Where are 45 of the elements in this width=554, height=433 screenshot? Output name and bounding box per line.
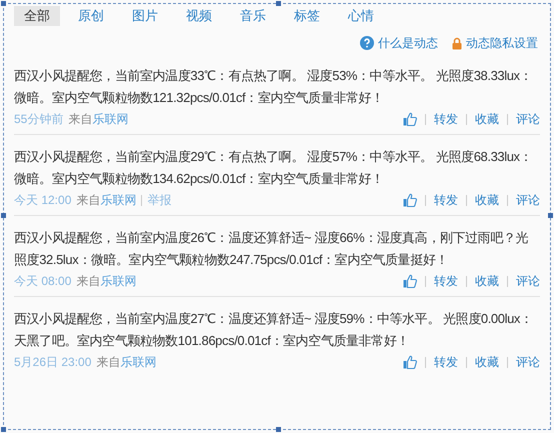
- post-text: 西汉小风提醒您，当前室内温度27℃：温度还算舒适~ 湿度59%：中等水平。 光照度0.00lux：天黑了吧。室内空气颗粒物数101.86pcs/0.01cf：室内空气质量非常好！: [14, 310, 534, 350]
- thumbs-up-icon[interactable]: [403, 193, 417, 207]
- source-label: 来自: [76, 192, 100, 209]
- filter-tab[interactable]: 标签: [284, 6, 330, 26]
- post-text: 西汉小风提醒您，当前室内温度26℃：温度还算舒适~ 湿度66%：湿度真高，刚下过雨吧？光照度32.5lux：微暗。室内空气颗粒物数247.75pcs/0.01cf：室内空气质量挺好！: [14, 229, 530, 269]
- thumbs-up-icon[interactable]: [403, 112, 417, 126]
- filter-tab[interactable]: 心情: [338, 6, 384, 26]
- action-link[interactable]: 转发: [434, 353, 458, 371]
- action-link[interactable]: 评论: [516, 353, 540, 371]
- action-link[interactable]: 收藏: [475, 272, 499, 290]
- selection-handle[interactable]: [548, 213, 553, 218]
- filter-tab[interactable]: 视频: [176, 6, 222, 26]
- filter-tab[interactable]: 图片: [122, 6, 168, 26]
- header-link[interactable]: 动态隐私设置: [452, 34, 538, 52]
- header-link[interactable]: 什么是动态: [360, 34, 438, 52]
- thumbs-up-icon[interactable]: [403, 274, 417, 288]
- selection-handle[interactable]: [276, 1, 281, 6]
- action-link[interactable]: 收藏: [475, 353, 499, 371]
- selection-handle[interactable]: [1, 1, 6, 6]
- action-link[interactable]: 转发: [434, 110, 458, 128]
- selection-handle[interactable]: [1, 213, 6, 218]
- action-link[interactable]: 评论: [516, 272, 540, 290]
- source-link[interactable]: 乐联网: [100, 191, 136, 209]
- filter-tab[interactable]: 原创: [68, 6, 114, 26]
- source-link[interactable]: 乐联网: [120, 353, 156, 371]
- help-icon: [360, 36, 374, 50]
- action-link[interactable]: 评论: [516, 191, 540, 209]
- filter-tab[interactable]: 音乐: [230, 6, 276, 26]
- action-link[interactable]: 转发: [434, 191, 458, 209]
- selection-handle[interactable]: [276, 427, 281, 432]
- thumbs-up-icon[interactable]: [403, 355, 417, 369]
- source-link[interactable]: 乐联网: [92, 110, 128, 128]
- action-link[interactable]: 收藏: [475, 110, 499, 128]
- source-label: 来自: [96, 354, 120, 371]
- selection-handle[interactable]: [1, 427, 6, 432]
- post-text: 西汉小风提醒您，当前室内温度29℃：有点热了啊。 湿度57%：中等水平。 光照度68.33lux：微暗。室内空气颗粒物数134.62pcs/0.01cf：室内空气质量非常好！: [14, 148, 534, 188]
- source-label: 来自: [68, 111, 92, 128]
- action-link[interactable]: 评论: [516, 110, 540, 128]
- action-link[interactable]: 转发: [434, 272, 458, 290]
- action-link[interactable]: 收藏: [475, 191, 499, 209]
- lock-icon: [452, 36, 462, 50]
- source-link[interactable]: 乐联网: [100, 272, 136, 290]
- filter-tab[interactable]: 全部: [14, 6, 60, 26]
- source-label: 来自: [76, 273, 100, 290]
- post-text: 西汉小风提醒您，当前室内温度33℃：有点热了啊。 湿度53%：中等水平。 光照度38.33lux：微暗。室内空气颗粒物数121.32pcs/0.01cf：室内空气质量非常好！: [14, 67, 534, 107]
